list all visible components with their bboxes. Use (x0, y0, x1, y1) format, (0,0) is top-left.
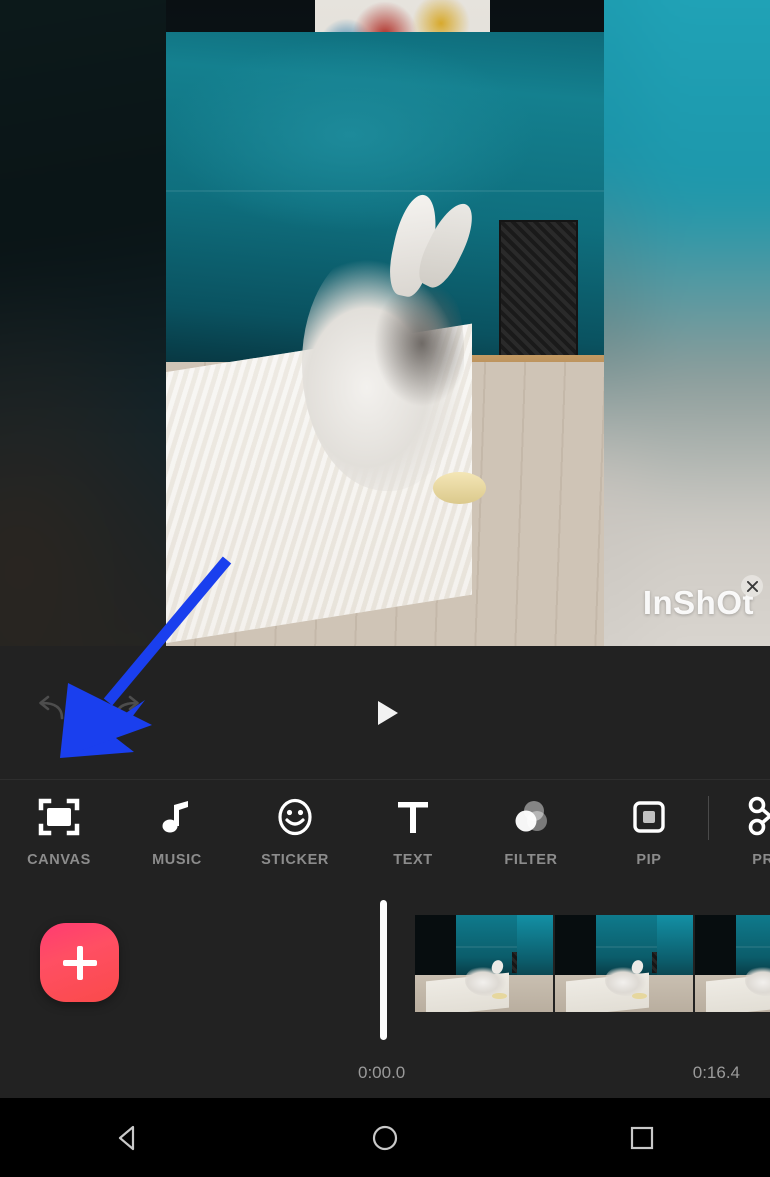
scissors-glyph (748, 796, 770, 836)
pip-glyph (633, 801, 665, 833)
undo-glyph (39, 695, 64, 720)
tool-filter[interactable]: FILTER (472, 780, 590, 895)
back-triangle-icon[interactable] (88, 1113, 168, 1163)
play-icon[interactable] (371, 696, 405, 730)
clip-thumbnail[interactable] (555, 915, 693, 1012)
scene-banana-piece (433, 471, 486, 504)
tool-text[interactable]: TEXT (354, 780, 472, 895)
tool-label: FILTER (504, 852, 558, 868)
recents-square-icon[interactable] (602, 1113, 682, 1163)
plus-icon (62, 945, 97, 980)
tool-label: MUSIC (152, 852, 202, 868)
home-glyph (372, 1125, 398, 1150)
music-note-glyph (162, 801, 188, 833)
redo-glyph (114, 695, 139, 720)
text-t-glyph (398, 802, 428, 833)
clip-thumbnail[interactable] (415, 915, 553, 1012)
video-preview[interactable]: InShOt (0, 0, 770, 646)
playhead-handle[interactable] (380, 900, 387, 1040)
play-triangle (378, 701, 398, 725)
scissors-icon (745, 794, 770, 840)
tool-canvas[interactable]: CANVAS (0, 780, 118, 895)
scene-crate (498, 219, 578, 362)
inshot-watermark: InShOt (642, 584, 754, 621)
canvas-icon (36, 794, 82, 840)
tool-label: TEXT (393, 852, 433, 868)
back-glyph (119, 1125, 135, 1150)
add-media-button[interactable] (40, 923, 119, 1002)
inshot-editor-screen: InShOt CANVAS MUSIC STICKER TEXT FILTER … (0, 0, 770, 1177)
tool-label: STICKER (261, 852, 329, 868)
canvas-glyph (38, 798, 80, 836)
tool-label: CANVAS (27, 852, 91, 868)
redo-icon[interactable] (110, 694, 146, 724)
tool-music[interactable]: MUSIC (118, 780, 236, 895)
video-frame[interactable] (166, 0, 604, 646)
recents-glyph (630, 1126, 653, 1149)
clip-thumbnail-strip[interactable] (415, 915, 770, 1012)
clip-thumbnail[interactable] (695, 915, 770, 1012)
close-glyph (746, 580, 758, 592)
timeline-start-time: 0:00.0 (358, 1063, 406, 1082)
picture-in-picture-icon (626, 794, 672, 840)
smiley-icon (272, 794, 318, 840)
android-nav-bar (0, 1098, 770, 1177)
tool-sticker[interactable]: STICKER (236, 780, 354, 895)
filter-circles-glyph (515, 801, 547, 832)
timeline-end-time: 0:16.4 (692, 1063, 740, 1082)
undo-icon[interactable] (32, 694, 68, 724)
close-icon[interactable] (741, 575, 763, 597)
filter-circles-icon (508, 794, 554, 840)
tool-precut[interactable]: PRE (709, 780, 770, 895)
backdrop-right-edge (642, 0, 770, 646)
smiley-glyph (278, 798, 312, 836)
home-circle-icon[interactable] (345, 1113, 425, 1163)
tool-toolbar: CANVAS MUSIC STICKER TEXT FILTER PIP PR (0, 780, 770, 895)
text-t-icon (390, 794, 436, 840)
tool-label: PIP (636, 852, 662, 868)
music-note-icon (154, 794, 200, 840)
tool-pip[interactable]: PIP (590, 780, 708, 895)
tool-label: PRE (752, 852, 770, 868)
